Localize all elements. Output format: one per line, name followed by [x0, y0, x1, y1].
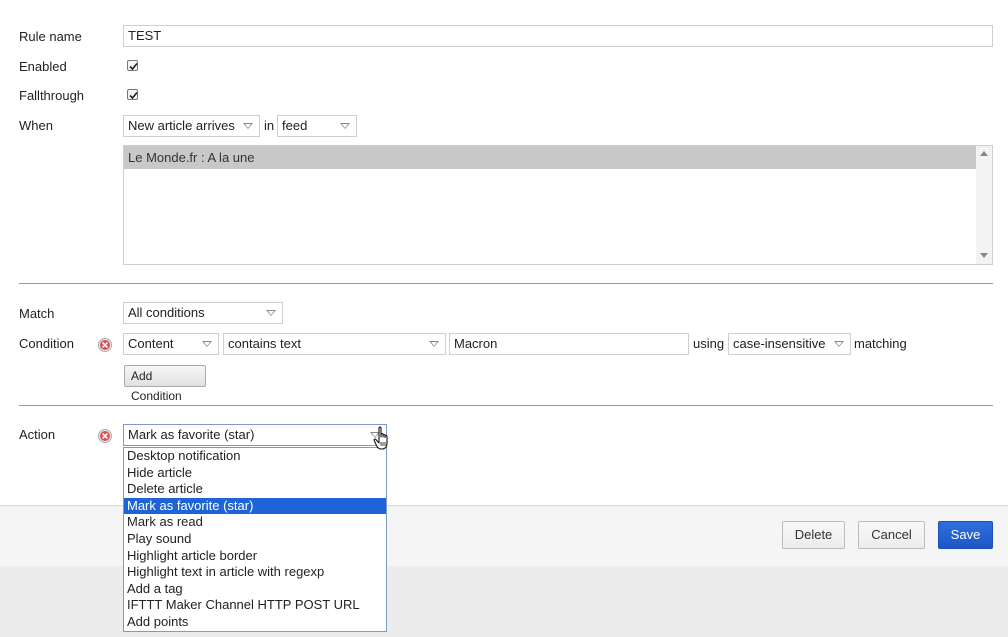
action-option-selected[interactable]: Mark as favorite (star) — [124, 497, 386, 515]
fallthrough-checkbox[interactable] — [127, 89, 138, 100]
condition-operator-select[interactable]: contains text — [223, 333, 446, 355]
action-label: Action — [19, 427, 56, 442]
chevron-down-icon — [834, 341, 844, 347]
when-event-value: New article arrives — [128, 118, 235, 133]
scroll-down-icon[interactable] — [980, 253, 988, 258]
feed-listbox[interactable]: Le Monde.fr : A la une — [123, 145, 993, 265]
when-event-select[interactable]: New article arrives — [123, 115, 260, 137]
action-option[interactable]: Mark as read — [124, 514, 386, 531]
matching-label: matching — [854, 336, 907, 351]
action-dropdown-list[interactable]: Desktop notification Hide article Delete… — [123, 447, 387, 632]
enabled-label: Enabled — [19, 59, 67, 74]
section-divider — [19, 405, 993, 406]
chevron-down-icon — [266, 310, 276, 316]
condition-operator-value: contains text — [228, 336, 301, 351]
match-select[interactable]: All conditions — [123, 302, 283, 324]
hand-pointer-icon — [373, 426, 388, 450]
action-option[interactable]: Add a tag — [124, 581, 386, 598]
chevron-down-icon — [243, 123, 253, 129]
chevron-down-icon — [429, 341, 439, 347]
condition-label: Condition — [19, 336, 74, 351]
match-value: All conditions — [128, 305, 205, 320]
checkmark-icon — [129, 91, 138, 100]
condition-field-value: Content — [128, 336, 174, 351]
condition-case-select[interactable]: case-insensitive — [728, 333, 851, 355]
cancel-button[interactable]: Cancel — [858, 521, 925, 549]
enabled-checkbox[interactable] — [127, 60, 138, 71]
action-option[interactable]: Highlight text in article with regexp — [124, 564, 386, 581]
condition-value-input[interactable]: Macron — [449, 333, 689, 355]
remove-condition-icon[interactable] — [98, 338, 112, 352]
when-label: When — [19, 118, 53, 133]
chevron-down-icon — [202, 341, 212, 347]
action-option[interactable]: IFTTT Maker Channel HTTP POST URL — [124, 597, 386, 614]
condition-case-value: case-insensitive — [733, 336, 826, 351]
action-option[interactable]: Highlight article border — [124, 548, 386, 565]
feed-list-scrollbar[interactable] — [976, 146, 992, 264]
delete-button[interactable]: Delete — [782, 521, 845, 549]
rule-name-input[interactable]: TEST — [123, 25, 993, 47]
match-label: Match — [19, 306, 55, 321]
action-option[interactable]: Play sound — [124, 531, 386, 548]
action-option[interactable]: Add points — [124, 614, 386, 631]
action-select[interactable]: Mark as favorite (star) — [123, 424, 387, 446]
checkmark-icon — [129, 62, 138, 71]
condition-field-select[interactable]: Content — [123, 333, 219, 355]
when-scope-value: feed — [282, 118, 308, 133]
scroll-up-icon[interactable] — [980, 151, 988, 156]
when-scope-select[interactable]: feed — [277, 115, 357, 137]
section-divider — [19, 283, 993, 284]
action-option[interactable]: Hide article — [124, 465, 386, 482]
using-label: using — [693, 336, 725, 351]
action-option[interactable]: Desktop notification — [124, 448, 386, 465]
rule-name-label: Rule name — [19, 29, 82, 44]
chevron-down-icon — [340, 123, 350, 129]
remove-action-icon[interactable] — [98, 429, 112, 443]
feed-list-item[interactable]: Le Monde.fr : A la une — [124, 146, 977, 169]
add-condition-button[interactable]: Add Condition — [124, 365, 206, 403]
fallthrough-label: Fallthrough — [19, 88, 85, 103]
in-label: in — [264, 118, 275, 133]
save-button[interactable]: Save — [938, 521, 993, 549]
action-value: Mark as favorite (star) — [128, 427, 255, 442]
action-option[interactable]: Delete article — [124, 481, 386, 498]
